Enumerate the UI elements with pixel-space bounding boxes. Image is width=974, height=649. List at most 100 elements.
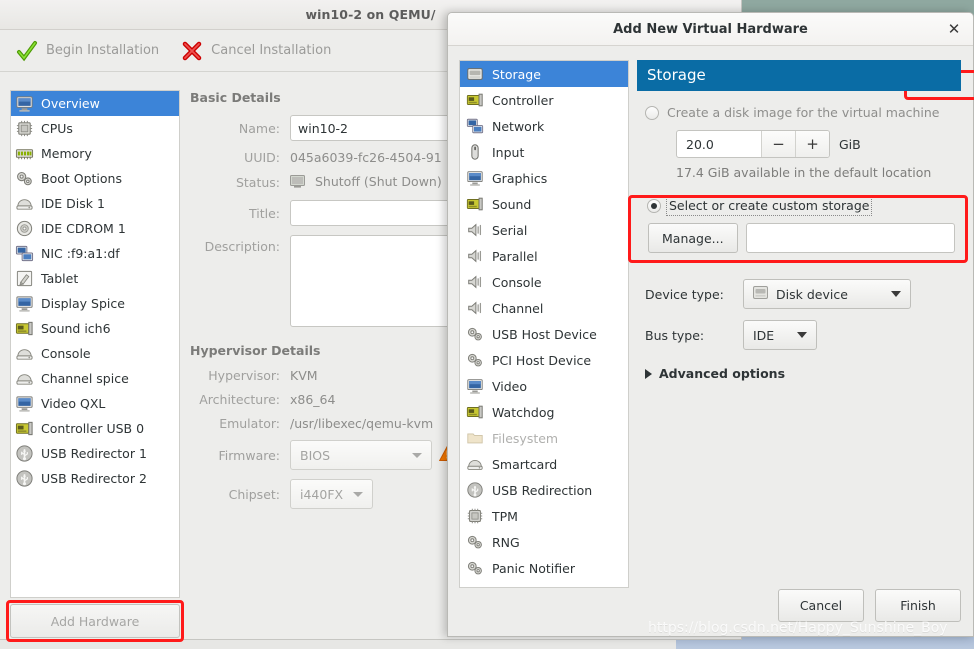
disk-size-decrement-button[interactable]: −	[761, 131, 795, 157]
device-item-label: Storage	[492, 66, 541, 82]
hardware-list[interactable]: Overview CPUs Memory Boot Options IDE Disk 1…	[10, 90, 180, 598]
create-disk-radio-row[interactable]: Create a disk image for the virtual mach…	[645, 105, 959, 120]
sidebar-item-label: CPUs	[41, 121, 73, 136]
chipset-select[interactable]: i440FX	[290, 479, 374, 509]
device-item-storage[interactable]: Storage	[460, 61, 628, 87]
create-disk-label: Create a disk image for the virtual mach…	[667, 105, 940, 120]
usb-icon	[15, 469, 34, 488]
sidebar-item-label: Display Spice	[41, 296, 125, 311]
device-item-watchdog[interactable]: Watchdog	[460, 399, 628, 425]
folder-icon	[466, 429, 484, 447]
custom-storage-radio[interactable]	[647, 198, 661, 213]
sidebar-item-video-qxl[interactable]: Video QXL	[11, 391, 179, 416]
device-item-network[interactable]: Network	[460, 113, 628, 139]
device-type-select[interactable]: Disk device	[743, 279, 911, 309]
title-label: Title:	[249, 205, 280, 221]
device-item-usb-redirection[interactable]: USB Redirection	[460, 477, 628, 503]
storage-panel-header: Storage	[637, 60, 961, 91]
device-item-filesystem: Filesystem	[460, 425, 628, 451]
disk-size-value[interactable]: 20.0	[677, 131, 761, 157]
memory-icon	[15, 144, 34, 163]
storage-panel-body: Create a disk image for the virtual mach…	[637, 91, 961, 381]
device-item-usb-host-device[interactable]: USB Host Device	[460, 321, 628, 347]
sidebar-item-usb-redirector-2[interactable]: USB Redirector 2	[11, 466, 179, 491]
custom-storage-radio-row[interactable]: Select or create custom storage	[647, 195, 955, 216]
bus-type-row: Bus type: IDE	[645, 320, 959, 350]
dialog-title: Add New Virtual Hardware	[613, 22, 808, 37]
device-item-parallel[interactable]: Parallel	[460, 243, 628, 269]
serial-icon	[466, 247, 484, 265]
gears-icon	[15, 169, 34, 188]
sidebar-item-label: Overview	[41, 96, 100, 111]
gears-icon	[466, 325, 484, 343]
device-item-smartcard[interactable]: Smartcard	[460, 451, 628, 477]
device-item-video[interactable]: Video	[460, 373, 628, 399]
status-text: Shutoff (Shut Down)	[314, 174, 442, 189]
sidebar-item-controller-usb-0[interactable]: Controller USB 0	[11, 416, 179, 441]
device-item-serial[interactable]: Serial	[460, 217, 628, 243]
create-disk-radio[interactable]	[645, 105, 659, 120]
device-item-controller[interactable]: Controller	[460, 87, 628, 113]
storage-panel: Storage Create a disk image for the virt…	[637, 60, 961, 381]
sidebar-item-nic-f9-a1-df[interactable]: NIC :f9:a1:df	[11, 241, 179, 266]
device-item-console[interactable]: Console	[460, 269, 628, 295]
chipset-value: i440FX	[300, 486, 344, 502]
screen: win10-2 on QEMU/ Begin Installation Canc…	[0, 0, 974, 649]
cancel-button[interactable]: Cancel	[778, 589, 864, 622]
device-item-label: Console	[492, 274, 542, 290]
bus-type-select[interactable]: IDE	[743, 320, 817, 350]
close-icon[interactable]: ✕	[945, 21, 963, 39]
sidebar-item-label: Boot Options	[41, 171, 122, 186]
architecture-value: x86_64	[290, 392, 336, 407]
sidebar-item-boot-options[interactable]: Boot Options	[11, 166, 179, 191]
status-value-wrap: Shutoff (Shut Down)	[290, 174, 442, 191]
device-item-sound[interactable]: Sound	[460, 191, 628, 217]
sidebar-item-cpus[interactable]: CPUs	[11, 116, 179, 141]
sidebar-item-usb-redirector-1[interactable]: USB Redirector 1	[11, 441, 179, 466]
device-type-list[interactable]: Storage Controller Network Input Graphics Sou…	[459, 60, 629, 588]
sidebar-item-ide-disk-1[interactable]: IDE Disk 1	[11, 191, 179, 216]
dialog-footer: Cancel Finish	[778, 589, 961, 622]
cancel-installation-label: Cancel Installation	[211, 43, 332, 58]
cpu-icon	[15, 119, 34, 138]
console-icon	[15, 344, 34, 363]
cross-icon	[181, 40, 203, 62]
disk-size-increment-button[interactable]: +	[795, 131, 829, 157]
cancel-installation-button[interactable]: Cancel Installation	[177, 37, 341, 65]
sidebar-item-sound-ich6[interactable]: Sound ich6	[11, 316, 179, 341]
controller-icon	[466, 403, 484, 421]
sidebar-item-ide-cdrom-1[interactable]: IDE CDROM 1	[11, 216, 179, 241]
cdrom-icon	[15, 219, 34, 238]
device-item-tpm[interactable]: TPM	[460, 503, 628, 529]
sidebar-item-label: Memory	[41, 146, 92, 161]
device-item-panic-notifier[interactable]: Panic Notifier	[460, 555, 628, 581]
sidebar-item-memory[interactable]: Memory	[11, 141, 179, 166]
sidebar-item-tablet[interactable]: Tablet	[11, 266, 179, 291]
chevron-down-icon	[353, 491, 364, 497]
device-item-input[interactable]: Input	[460, 139, 628, 165]
controller-icon	[466, 91, 484, 109]
sidebar-item-overview[interactable]: Overview	[11, 91, 179, 116]
sidebar-item-label: Controller USB 0	[41, 421, 145, 436]
tpm-icon	[466, 507, 484, 525]
network-icon	[466, 117, 484, 135]
mouse-icon	[466, 143, 484, 161]
device-item-graphics[interactable]: Graphics	[460, 165, 628, 191]
sidebar-item-display-spice[interactable]: Display Spice	[11, 291, 179, 316]
finish-button[interactable]: Finish	[875, 589, 961, 622]
device-item-pci-host-device[interactable]: PCI Host Device	[460, 347, 628, 373]
device-item-label: Sound	[492, 196, 532, 212]
disk-size-row: 20.0 − + GiB	[676, 130, 959, 158]
manage-button[interactable]: Manage...	[648, 223, 738, 253]
device-item-channel[interactable]: Channel	[460, 295, 628, 321]
add-hardware-button[interactable]: Add Hardware	[10, 604, 180, 638]
chipset-label: Chipset:	[228, 486, 280, 502]
device-item-rng[interactable]: RNG	[460, 529, 628, 555]
sidebar-item-channel-spice[interactable]: Channel spice	[11, 366, 179, 391]
begin-installation-button[interactable]: Begin Installation	[12, 37, 169, 65]
firmware-select[interactable]: BIOS	[290, 440, 432, 470]
advanced-options-toggle[interactable]: Advanced options	[645, 366, 959, 381]
sidebar-item-console[interactable]: Console	[11, 341, 179, 366]
storage-path-input[interactable]	[745, 223, 955, 253]
disk-size-stepper[interactable]: 20.0 − +	[676, 130, 830, 158]
